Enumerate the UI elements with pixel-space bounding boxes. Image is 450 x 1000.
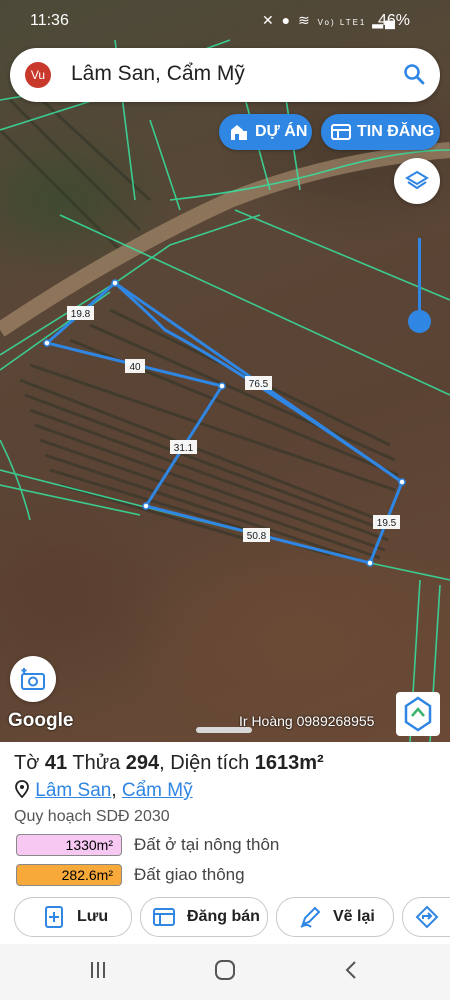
measurement-label: 19.5: [373, 515, 400, 529]
save-button[interactable]: Lưu: [14, 897, 132, 937]
measurement-text: 19.5: [377, 518, 397, 529]
legend-label: Đất giao thông: [134, 865, 245, 884]
plan-title: Quy hoạch SDĐ 2030: [14, 808, 170, 825]
location-pin-icon: [15, 780, 29, 799]
lot-number: 294: [125, 752, 160, 774]
tin-dang-button[interactable]: TIN ĐĂNG: [321, 114, 440, 150]
tin-dang-label: TIN ĐĂNG: [357, 123, 435, 140]
system-nav-bar: [0, 944, 450, 1000]
legend-swatch: 282.6m²: [16, 864, 122, 886]
du-an-label: DỰ ÁN: [255, 123, 308, 140]
mute-icon: ✕: [262, 12, 276, 28]
recent-apps-icon[interactable]: [86, 958, 110, 982]
measurement-label: 40: [125, 359, 145, 373]
directions-icon: [415, 905, 439, 929]
legend-value: 282.6m²: [61, 867, 113, 883]
du-an-button[interactable]: DỰ ÁN: [219, 114, 312, 150]
measurement-text: 50.8: [247, 531, 267, 542]
district-link[interactable]: Cẩm Mỹ: [122, 780, 193, 801]
parcel-title: Tờ 41 Thửa 294, Diện tích 1613m²: [14, 752, 324, 774]
area-value: 1613m²: [254, 752, 324, 774]
redraw-label: Vẽ lại: [333, 908, 375, 925]
directions-button[interactable]: [402, 897, 450, 937]
map-overlay: 19.8 40 76.5 31.1 19.5 50.8: [0, 39, 450, 742]
location-icon: ●: [281, 12, 293, 28]
location-separator: ,: [111, 780, 117, 801]
add-photo-icon: [21, 668, 45, 690]
measurement-text: 31.1: [174, 443, 194, 454]
listing-icon: [331, 124, 351, 140]
status-icons: ✕ ● ≋ Vo) LTE1 ▂▄: [262, 12, 397, 29]
save-label: Lưu: [77, 908, 109, 925]
sheet-number: 41: [44, 752, 68, 774]
legend-swatch: 1330m²: [16, 834, 122, 856]
measurement-text: 40: [129, 362, 141, 373]
measurement-label: 19.8: [67, 306, 94, 320]
google-watermark: Google: [8, 710, 74, 731]
layers-button[interactable]: [394, 158, 440, 204]
draw-icon: [300, 906, 321, 928]
status-time: 11:36: [30, 12, 69, 29]
search-icon[interactable]: [402, 62, 426, 86]
parcel-location: Lâm San, Cẩm Mỹ: [14, 780, 193, 802]
legend-value: 1330m²: [65, 837, 113, 853]
status-bar: 11:36 ✕ ● ≋ Vo) LTE1 ▂▄ 46%: [0, 0, 450, 44]
camera-button[interactable]: [10, 656, 56, 702]
avatar[interactable]: Vu: [25, 62, 51, 88]
map-credit: Ir Hoàng 0989268955: [239, 713, 375, 729]
home-icon[interactable]: [213, 958, 237, 982]
battery-label: 46%: [378, 12, 411, 29]
layers-icon: [405, 170, 429, 190]
network-label: Vo) LTE1: [317, 18, 367, 27]
add-document-icon: [45, 906, 63, 928]
satellite-map[interactable]: 19.8 40 76.5 31.1 19.5 50.8: [0, 0, 450, 742]
measurement-label: 31.1: [170, 440, 197, 454]
search-query[interactable]: Lâm San, Cẩm Mỹ: [71, 62, 245, 86]
zoom-slider-handle[interactable]: [408, 310, 431, 333]
logo-icon: [404, 696, 432, 732]
company-logo[interactable]: [396, 692, 440, 736]
post-for-sale-label: Đăng bán: [187, 908, 260, 925]
sheet-drag-handle[interactable]: [196, 727, 252, 733]
post-for-sale-button[interactable]: Đăng bán: [140, 897, 268, 937]
measurement-text: 19.8: [71, 309, 91, 320]
legend-label: Đất ở tại nông thôn: [134, 835, 280, 854]
lot-label: Thửa: [72, 752, 121, 774]
listing-icon: [153, 908, 175, 926]
building-icon: [231, 125, 247, 140]
wifi-icon: ≋: [297, 12, 312, 28]
parcel-info-panel: Tờ 41 Thửa 294, Diện tích 1613m² Lâm San…: [0, 742, 450, 942]
measurement-label: 50.8: [243, 528, 270, 542]
area-label: Diện tích: [170, 752, 250, 774]
commune-link[interactable]: Lâm San: [35, 780, 111, 801]
measurement-label: 76.5: [245, 376, 272, 390]
back-icon[interactable]: [340, 958, 364, 982]
redraw-button[interactable]: Vẽ lại: [276, 897, 394, 937]
search-bar[interactable]: Vu Lâm San, Cẩm Mỹ: [10, 48, 440, 102]
sheet-label: Tờ: [14, 752, 40, 774]
measurement-text: 76.5: [249, 379, 269, 390]
